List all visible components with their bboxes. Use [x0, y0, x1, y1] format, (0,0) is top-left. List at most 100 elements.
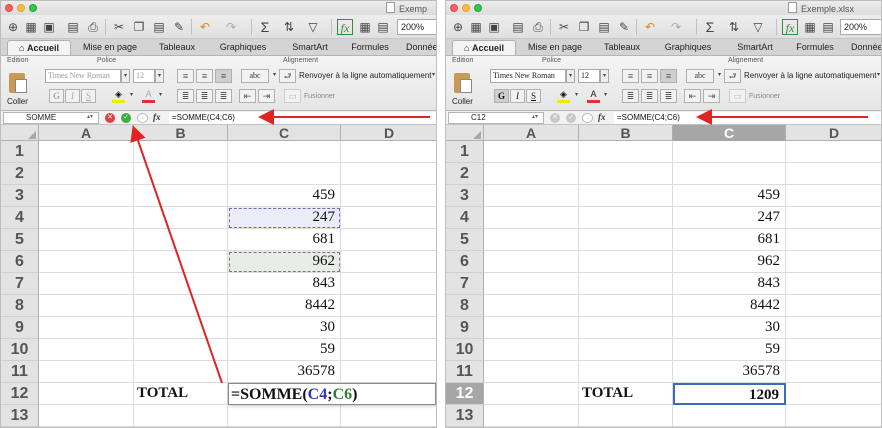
select-all-corner[interactable] [446, 125, 484, 141]
minimize-window-button[interactable] [17, 4, 25, 12]
merge-icon[interactable]: ▭ [284, 89, 301, 103]
cell-d1[interactable] [786, 141, 881, 163]
cell-c8[interactable]: 8442 [673, 295, 786, 317]
fill-color-icon[interactable]: ◈ [111, 89, 126, 103]
cell-c6[interactable]: 962 [228, 251, 341, 273]
cell-d9[interactable] [341, 317, 436, 339]
cell-b9[interactable] [134, 317, 228, 339]
chevron-down-icon[interactable]: ▴▾ [532, 113, 538, 120]
format-painter-icon[interactable]: ✎ [171, 19, 187, 35]
wrap-text-icon[interactable]: ⮐ [279, 69, 296, 83]
font-color-icon[interactable]: A [586, 89, 601, 103]
cell-d3[interactable] [786, 185, 881, 207]
merge-label[interactable]: Fusionner [304, 93, 335, 100]
open-icon[interactable]: ▦ [468, 19, 484, 35]
cancel-formula-icon[interactable]: ✕ [105, 113, 115, 123]
cell-b2[interactable] [134, 163, 228, 185]
column-header-b[interactable]: B [579, 125, 673, 141]
spreadsheet-grid[interactable]: A B C D 1 2 3 459 4 247 5 681 6 962 7 843 8 8442 9 30 10 59 11… [446, 125, 881, 427]
media-icon[interactable]: ▤ [820, 19, 836, 35]
cell-a5[interactable] [39, 229, 134, 251]
cell-a8[interactable] [484, 295, 579, 317]
align-bottom-button[interactable]: ≡ [215, 69, 232, 83]
cell-c11[interactable]: 36578 [228, 361, 341, 383]
row-header-12[interactable]: 12 [446, 383, 484, 405]
decrease-indent-button[interactable]: ⇤ [684, 89, 701, 103]
cell-a7[interactable] [39, 273, 134, 295]
cell-d2[interactable] [341, 163, 436, 185]
copy-icon[interactable]: ❐ [131, 19, 147, 35]
bold-button[interactable]: G [49, 89, 64, 103]
cell-b8[interactable] [579, 295, 673, 317]
paste-icon[interactable] [7, 70, 29, 94]
row-header-11[interactable]: 11 [446, 361, 484, 383]
column-header-a[interactable]: A [484, 125, 579, 141]
cell-b5[interactable] [579, 229, 673, 251]
cut-icon[interactable]: ✂ [111, 19, 127, 35]
name-box[interactable]: C12 [448, 112, 544, 124]
cell-a6[interactable] [484, 251, 579, 273]
font-size-select[interactable]: 12 [133, 69, 155, 83]
cell-d1[interactable] [341, 141, 436, 163]
cell-b12[interactable]: TOTAL [579, 383, 673, 405]
chevron-down-icon[interactable]: ▾ [715, 69, 724, 83]
zoom-window-button[interactable] [29, 4, 37, 12]
cell-a1[interactable] [484, 141, 579, 163]
tab-mise-en-page[interactable]: Mise en page [522, 40, 588, 55]
chevron-down-icon[interactable]: ▾ [156, 89, 165, 103]
cell-a5[interactable] [484, 229, 579, 251]
cell-b13[interactable] [134, 405, 228, 427]
new-sheet-icon[interactable]: ⊕ [5, 19, 21, 35]
font-name-select[interactable]: Times New Roman [45, 69, 121, 83]
cell-c8[interactable]: 8442 [228, 295, 341, 317]
cell-c1[interactable] [673, 141, 786, 163]
underline-button[interactable]: S [81, 89, 96, 103]
cell-b10[interactable] [134, 339, 228, 361]
row-header-6[interactable]: 6 [1, 251, 39, 273]
italic-button[interactable]: I [65, 89, 80, 103]
row-header-4[interactable]: 4 [446, 207, 484, 229]
sort-icon[interactable]: ⇅ [281, 19, 297, 35]
paste-icon[interactable] [452, 70, 474, 94]
gallery-icon[interactable]: ▦ [802, 19, 818, 35]
chevron-down-icon[interactable]: ▾ [429, 69, 436, 83]
cell-a13[interactable] [39, 405, 134, 427]
save-icon[interactable]: ▤ [65, 19, 81, 35]
column-header-d[interactable]: D [341, 125, 436, 141]
cell-d2[interactable] [786, 163, 881, 185]
cell-b9[interactable] [579, 317, 673, 339]
cell-c12[interactable]: =SOMME(C4;C6) [228, 383, 436, 405]
tab-formules[interactable]: Formules [345, 40, 395, 55]
cell-a10[interactable] [39, 339, 134, 361]
cell-a9[interactable] [39, 317, 134, 339]
autosum-icon[interactable]: Σ [702, 19, 718, 35]
format-painter-icon[interactable]: ✎ [616, 19, 632, 35]
row-header-8[interactable]: 8 [1, 295, 39, 317]
select-all-corner[interactable] [1, 125, 39, 141]
cell-c5[interactable]: 681 [673, 229, 786, 251]
row-header-3[interactable]: 3 [446, 185, 484, 207]
font-color-icon[interactable]: A [141, 89, 156, 103]
cell-d10[interactable] [341, 339, 436, 361]
cell-c13[interactable] [228, 405, 341, 427]
copy-icon[interactable]: ❐ [576, 19, 592, 35]
row-header-1[interactable]: 1 [1, 141, 39, 163]
cell-c2[interactable] [228, 163, 341, 185]
row-header-8[interactable]: 8 [446, 295, 484, 317]
cut-icon[interactable]: ✂ [556, 19, 572, 35]
cell-b13[interactable] [579, 405, 673, 427]
align-top-button[interactable]: ≡ [177, 69, 194, 83]
cell-b5[interactable] [134, 229, 228, 251]
cell-c12[interactable]: 1209 [673, 383, 786, 405]
cell-b10[interactable] [579, 339, 673, 361]
cell-b3[interactable] [134, 185, 228, 207]
formula-input[interactable]: =SOMME(C4;C6) [169, 112, 436, 124]
redo-icon[interactable]: ↷ [668, 19, 684, 35]
close-window-button[interactable] [450, 4, 458, 12]
cell-d4[interactable] [341, 207, 436, 229]
cell-d8[interactable] [786, 295, 881, 317]
confirm-formula-icon[interactable]: ✓ [566, 113, 576, 123]
cell-b3[interactable] [579, 185, 673, 207]
print-icon[interactable]: ⎙ [85, 19, 101, 35]
tab-graphiques[interactable]: Graphiques [211, 40, 275, 55]
